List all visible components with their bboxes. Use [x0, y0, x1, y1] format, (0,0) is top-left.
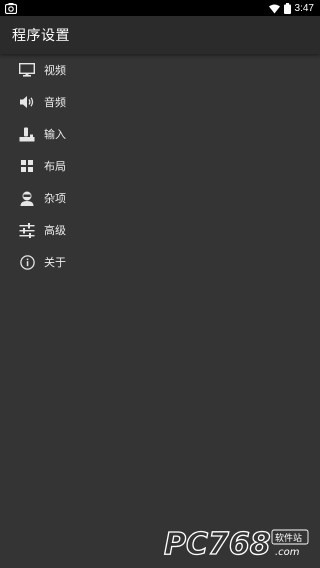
menu-item-misc[interactable]: 杂项 [0, 182, 320, 214]
joystick-icon [18, 125, 36, 143]
menu-item-advanced[interactable]: 高级 [0, 214, 320, 246]
screenshot-icon [4, 0, 18, 18]
status-time: 3:47 [294, 2, 314, 14]
status-bar: 3:47 [0, 0, 320, 16]
menu-item-label: 关于 [44, 256, 66, 269]
person-icon [18, 189, 36, 207]
monitor-icon [18, 61, 36, 79]
info-icon [18, 253, 36, 271]
menu-item-label: 布局 [44, 160, 66, 173]
page-title: 程序设置 [12, 28, 70, 44]
app-bar: 程序设置 [0, 16, 320, 54]
menu-item-label: 音频 [44, 96, 66, 109]
menu-item-video[interactable]: 视频 [0, 54, 320, 86]
sliders-icon [18, 221, 36, 239]
menu-item-audio[interactable]: 音频 [0, 86, 320, 118]
watermark-sub-text: 软件站 [275, 532, 302, 544]
menu-item-input[interactable]: 输入 [0, 118, 320, 150]
pc768-watermark: PC768 软件站 .com [162, 522, 312, 563]
menu-item-label: 视频 [44, 64, 66, 77]
watermark-domain-text: .com [275, 547, 300, 558]
menu-item-label: 高级 [44, 224, 66, 237]
battery-icon [283, 0, 291, 18]
menu-item-label: 杂项 [44, 192, 66, 205]
grid-icon [18, 157, 36, 175]
menu-item-about[interactable]: 关于 [0, 246, 320, 278]
menu-item-layout[interactable]: 布局 [0, 150, 320, 182]
settings-menu: 视频 音频 输入 布局 杂项 高级 关于 [0, 54, 320, 278]
menu-item-label: 输入 [44, 128, 66, 141]
speaker-icon [18, 93, 36, 111]
wifi-icon [268, 0, 280, 18]
watermark-logo-text: PC768 [164, 527, 271, 562]
